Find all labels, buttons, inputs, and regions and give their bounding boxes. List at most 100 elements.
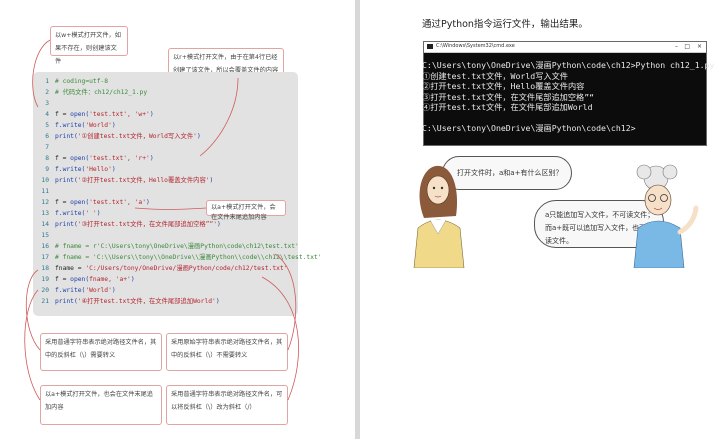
note-r-mode-text: 以r+模式打开文件，由于在第4行已经创建了该文件，所以会覆盖文件的内容 — [173, 54, 279, 74]
note-w-mode: 以w+模式打开文件，如果不存在，则创建该文件 — [50, 26, 128, 65]
code-token: ) — [146, 199, 150, 206]
code-token: open( — [70, 155, 90, 162]
code-token: open( — [70, 276, 90, 283]
code-token: ) — [215, 298, 220, 305]
line-number: 1 — [45, 78, 49, 85]
line-number: 14 — [41, 221, 49, 228]
code-line: 21 print('④打开test.txt文件，在文件尾部追加World') — [39, 298, 220, 306]
code-token: 'C:/Users/tony/OneDrive/漫画Python/code/ch… — [85, 265, 288, 272]
code-line: 8 f = open('test.txt', 'r+') — [39, 155, 154, 163]
line-number: 16 — [41, 243, 49, 250]
line-number: 2 — [45, 89, 49, 96]
line-number: 9 — [45, 166, 49, 173]
code-token: # fname = 'C:\\Users\\tony\\OneDrive\\漫画… — [55, 254, 322, 261]
console-line: ④打开test.txt文件，在文件尾部追加World — [422, 102, 593, 112]
line-number: 5 — [45, 122, 49, 129]
maximize-icon[interactable]: □ — [684, 43, 690, 50]
code-line: 12 f = open('test.txt', 'a') — [39, 199, 150, 207]
console-line: C:\Users\tony\OneDrive\漫画Python\code\ch1… — [422, 123, 636, 133]
code-token: f = — [55, 111, 71, 118]
right-page: 通过Python指令运行文件，输出结果。 C:\Windows\System32… — [360, 0, 720, 439]
code-token: open( — [70, 111, 90, 118]
code-line: 11 — [39, 188, 55, 196]
code-token: '②打开test.txt文件，Hello覆盖文件内容' — [77, 177, 210, 184]
code-token: 'test.txt', 'w+' — [89, 111, 150, 118]
code-line: 9 f.write('Hello') — [39, 166, 116, 174]
note-a-mode-2-text: 以a+模式打开文件，也会在文件末尾追加内容 — [45, 391, 153, 411]
console-window: C:\Windows\System32\cmd.exe – □ × C:\Use… — [422, 41, 715, 146]
code-token: ) — [111, 166, 116, 173]
code-token: print( — [55, 133, 78, 140]
code-line: 7 — [39, 144, 55, 152]
console-line: ②打开test.txt文件，Hello覆盖文件内容 — [422, 81, 585, 91]
code-token: print( — [55, 221, 78, 228]
code-token: ) — [149, 155, 154, 162]
code-token: f = — [55, 155, 71, 162]
code-token: ) — [196, 133, 201, 140]
code-token: '③打开test.txt文件，在文件尾部追加空格”“' — [77, 221, 218, 228]
line-number: 20 — [41, 287, 49, 294]
code-line: 20 f.write('World') — [39, 287, 116, 295]
code-line: 19 f = open(fname, 'a+') — [39, 276, 135, 284]
line-number: 15 — [41, 232, 49, 239]
console-body: C:\Users\tony\OneDrive\漫画Python\code\ch1… — [422, 53, 715, 134]
code-token: 'Hello' — [85, 166, 112, 173]
code-token: '④打开test.txt文件，在文件尾部追加World' — [77, 298, 216, 305]
code-token: ) — [111, 287, 116, 294]
console-line: C:\Users\tony\OneDrive\漫画Python\code\ch1… — [422, 60, 715, 70]
note-normal-string-text: 采用普通字符串表示绝对路径文件名，其中的反斜杠（\）需要转义 — [45, 339, 157, 359]
code-line: 17 # fname = 'C:\\Users\\tony\\OneDrive\\… — [39, 254, 322, 262]
console-line: ①创建test.txt文件，World写入文件 — [422, 70, 568, 81]
girl-character-icon — [413, 165, 465, 268]
code-token: # coding=utf-8 — [55, 78, 109, 85]
code-token: ) — [130, 276, 135, 283]
code-line: 13 f.write(' ') — [39, 210, 101, 218]
code-token: # fname = r'C:\Users\tony\OneDrive\漫画Pyt… — [55, 243, 299, 250]
code-token: ) — [111, 122, 116, 129]
line-number: 18 — [41, 265, 49, 272]
code-token: f.write( — [55, 166, 86, 173]
close-icon[interactable]: × — [697, 43, 702, 50]
cartoon-scene: 打开文件时，a和a+有什么区别？ a只能追加写入文件，不可读文件；而a+既可以追… — [412, 148, 712, 268]
code-line: 3 — [39, 100, 55, 108]
code-line: 18 fname = 'C:/Users/tony/OneDrive/漫画Pyth… — [39, 265, 288, 273]
code-token: f.write( — [55, 287, 86, 294]
note-raw-string: 采用原始字符串表示绝对路径文件名，其中的反斜杠（\）不需要转义 — [166, 333, 288, 371]
code-panel: 1 # coding=utf-8 2 # 代码文件：ch12/ch12_1.py 3 4 f… — [33, 72, 322, 316]
cmd-icon — [427, 44, 433, 49]
console-line: ③打开test.txt文件，在文件尾部追加空格”“ — [422, 91, 595, 102]
code-token: f.write( — [55, 210, 86, 217]
code-token: fname, 'a+' — [89, 276, 131, 283]
code-token: print( — [55, 298, 78, 305]
note-a-mode: 以a+模式打开文件，会在文件末尾追加内容 — [206, 200, 286, 221]
code-token: ' ' — [85, 210, 97, 217]
code-line: 5 f.write('World') — [39, 122, 116, 130]
note-forward-slash-text: 采用普通字符串表示绝对路径文件名，可以将反斜杠（\）改为斜杠（/） — [171, 391, 283, 411]
code-line: 16 # fname = r'C:\Users\tony\OneDrive\漫画P… — [39, 243, 299, 251]
line-number: 6 — [45, 133, 49, 140]
code-token: ) — [96, 210, 101, 217]
line-number: 10 — [41, 177, 49, 184]
note-w-mode-text: 以w+模式打开文件，如果不存在，则创建该文件 — [55, 32, 121, 65]
code-token: ) — [149, 111, 154, 118]
line-number: 4 — [45, 111, 49, 118]
line-number: 17 — [41, 254, 49, 261]
note-raw-string-text: 采用原始字符串表示绝对路径文件名，其中的反斜杠（\）不需要转义 — [171, 339, 283, 359]
line-number: 11 — [41, 188, 49, 195]
note-normal-string: 采用普通字符串表示绝对路径文件名，其中的反斜杠（\）需要转义 — [40, 333, 162, 371]
code-token: 'World' — [85, 122, 112, 129]
line-number: 21 — [41, 298, 49, 305]
code-token: ) — [209, 177, 214, 184]
note-a-mode-text: 以a+模式打开文件，会在文件末尾追加内容 — [211, 204, 276, 221]
line-number: 3 — [45, 100, 49, 107]
code-line: 2 # 代码文件：ch12/ch12_1.py — [39, 89, 147, 97]
minimize-icon[interactable]: – — [675, 43, 678, 50]
code-line: 10 print('②打开test.txt文件，Hello覆盖文件内容') — [39, 177, 213, 185]
code-line: 1 # coding=utf-8 — [39, 78, 108, 86]
code-line: 4 f = open('test.txt', 'w+') — [39, 111, 154, 119]
console-title: C:\Windows\System32\cmd.exe — [436, 43, 515, 49]
code-token: f.write( — [55, 122, 86, 129]
note-a-mode-2: 以a+模式打开文件，也会在文件末尾追加内容 — [40, 385, 162, 425]
code-token: 'test.txt', 'a' — [89, 199, 147, 206]
